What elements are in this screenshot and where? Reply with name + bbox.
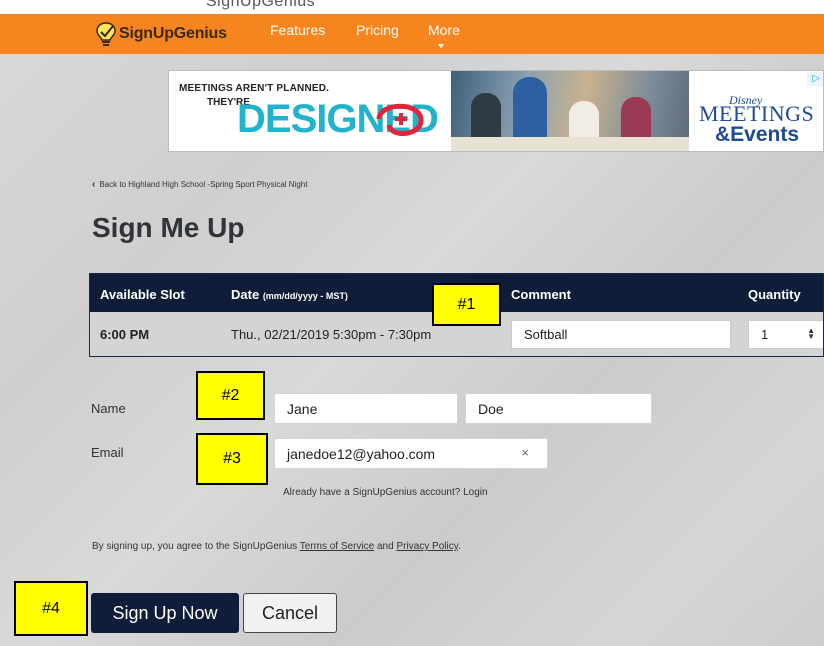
nav-features-link[interactable]: Features xyxy=(270,22,325,38)
logo-text: SignUpGenius xyxy=(119,25,227,42)
ad-events-text: &Events xyxy=(715,123,800,146)
header-date: Date (mm/dd/yyyy - MST) xyxy=(231,287,348,302)
header-available-slot: Available Slot xyxy=(100,287,185,302)
email-value: janedoe12@yahoo.com xyxy=(287,446,436,462)
back-link[interactable]: ‹ Back to Highland High School -Spring S… xyxy=(92,179,307,190)
row-slot-time: 6:00 PM xyxy=(100,327,150,342)
top-cropped-title: SignUpGenius xyxy=(0,0,824,14)
quantity-value: 1 xyxy=(761,327,769,342)
row-date: Thu., 02/21/2019 5:30pm - 7:30pm xyxy=(231,327,432,342)
header-date-label: Date xyxy=(231,287,260,302)
header-comment: Comment xyxy=(511,287,571,302)
login-link[interactable]: Login xyxy=(463,487,487,498)
chevron-down-icon xyxy=(438,44,444,48)
header-date-format: (mm/dd/yyyy - MST) xyxy=(262,291,348,301)
header-quantity: Quantity xyxy=(748,287,801,302)
ad-tagline: MEETINGS AREN'T PLANNED. THEY'RE DESIGNE… xyxy=(179,83,439,139)
ad-meeting-photo xyxy=(451,71,689,151)
last-name-input[interactable]: Doe xyxy=(465,393,652,424)
terms-of-service-link[interactable]: Terms of Service xyxy=(300,541,374,552)
ad-banner[interactable]: MEETINGS AREN'T PLANNED. THEY'RE DESIGNE… xyxy=(168,70,824,152)
select-arrows-icon: ▲ ▼ xyxy=(807,326,815,341)
nav-more-link[interactable]: More xyxy=(428,22,460,38)
lightbulb-logo-icon xyxy=(96,22,116,46)
annotation-1: #1 xyxy=(432,283,501,326)
adchoices-icon[interactable]: ▷ xyxy=(807,72,823,86)
name-label: Name xyxy=(91,401,126,416)
top-cropped-text: SignUpGenius xyxy=(206,0,316,10)
page-title: Sign Me Up xyxy=(92,212,245,243)
sign-up-now-button[interactable]: Sign Up Now xyxy=(91,593,239,633)
terms-notice: By signing up, you agree to the SignUpGe… xyxy=(92,541,461,552)
annotation-3: #3 xyxy=(196,433,268,485)
email-label: Email xyxy=(91,445,124,460)
terms-suffix: . xyxy=(457,541,461,552)
login-prompt: Already have a SignUpGenius account? Log… xyxy=(283,487,488,498)
quantity-select[interactable]: 1 ▲ ▼ xyxy=(748,320,823,349)
ad-swirl-logo-icon xyxy=(376,103,424,136)
annotation-4: #4 xyxy=(14,581,88,636)
top-navbar: SignUpGenius Features Pricing More xyxy=(0,14,824,54)
terms-and: and xyxy=(377,541,394,552)
email-field[interactable]: janedoe12@yahoo.com × xyxy=(274,438,548,469)
privacy-policy-link[interactable]: Privacy Policy xyxy=(396,541,458,552)
page-content: MEETINGS AREN'T PLANNED. THEY'RE DESIGNE… xyxy=(0,54,824,646)
login-prompt-text: Already have a SignUpGenius account? xyxy=(283,487,461,498)
terms-prefix: By signing up, you agree to the SignUpGe… xyxy=(92,541,298,552)
ad-tagline-line1: MEETINGS AREN'T PLANNED. xyxy=(179,83,330,94)
chevron-left-icon: ‹ xyxy=(92,179,96,190)
comment-input[interactable]: Softball xyxy=(511,320,731,349)
first-name-input[interactable]: Jane xyxy=(274,393,458,424)
nav-pricing-link[interactable]: Pricing xyxy=(356,22,399,38)
back-link-text: Back to Highland High School -Spring Spo… xyxy=(99,180,308,189)
cancel-button[interactable]: Cancel xyxy=(243,593,337,633)
annotation-2: #2 xyxy=(196,371,265,420)
clear-icon[interactable]: × xyxy=(521,445,529,460)
signupgenius-logo[interactable]: SignUpGenius xyxy=(95,20,227,48)
